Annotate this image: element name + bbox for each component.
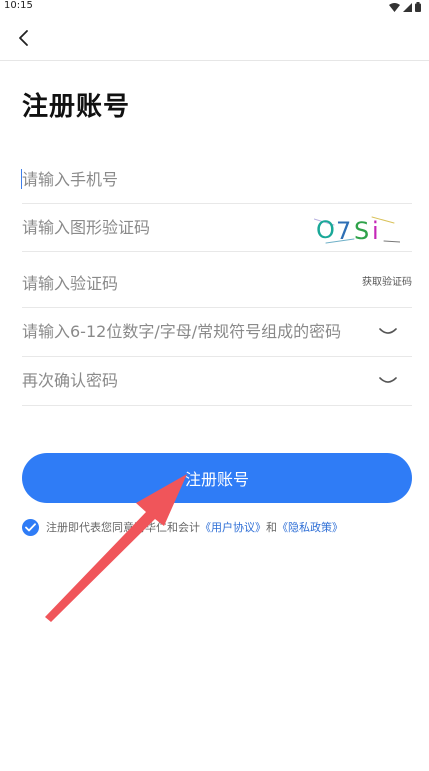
battery-icon [415, 2, 421, 12]
captcha-char-2: 7 [336, 217, 351, 245]
phone-input[interactable] [22, 155, 352, 203]
image-captcha-input[interactable] [22, 203, 352, 251]
cellular-signal-icon [403, 2, 412, 12]
agreement-row: 注册即代表您同意财华仁和会计《用户协议》和《隐私政策》 [22, 517, 422, 537]
get-code-button[interactable]: 获取验证码 [362, 273, 412, 288]
status-time: 10:15 [4, 0, 33, 11]
eye-closed-icon[interactable] [378, 326, 398, 338]
status-icons [389, 2, 421, 12]
eye-closed-icon[interactable] [378, 375, 398, 387]
phone-row [21, 155, 412, 204]
agreement-and: 和 [266, 521, 277, 534]
checkmark-icon [25, 522, 36, 531]
captcha-char-4: i [372, 217, 379, 245]
agreement-text: 注册即代表您同意财华仁和会计《用户协议》和《隐私政策》 [46, 519, 343, 535]
header-divider [0, 60, 429, 61]
confirm-password-row [22, 356, 412, 406]
password-row [22, 307, 412, 357]
confirm-password-input[interactable] [22, 356, 352, 405]
image-captcha-row: O 7 S i [22, 203, 412, 252]
captcha-image[interactable]: O 7 S i [314, 209, 400, 249]
user-agreement-link[interactable]: 《用户协议》 [200, 521, 266, 534]
password-input[interactable] [22, 307, 372, 356]
register-button[interactable]: 注册账号 [22, 453, 412, 503]
captcha-char-3: S [354, 217, 369, 245]
back-arrow-icon[interactable] [14, 26, 34, 50]
agreement-checkbox[interactable] [22, 518, 39, 536]
wifi-icon [389, 2, 400, 12]
agreement-prefix: 注册即代表您同意财华仁和会计 [46, 521, 200, 534]
status-bar: 10:15 [0, 0, 429, 14]
sms-code-input[interactable] [22, 259, 352, 307]
page-title: 注册账号 [22, 92, 131, 122]
captcha-char-1: O [316, 216, 335, 244]
privacy-policy-link[interactable]: 《隐私政策》 [277, 521, 343, 534]
sms-code-row: 获取验证码 [22, 251, 412, 308]
